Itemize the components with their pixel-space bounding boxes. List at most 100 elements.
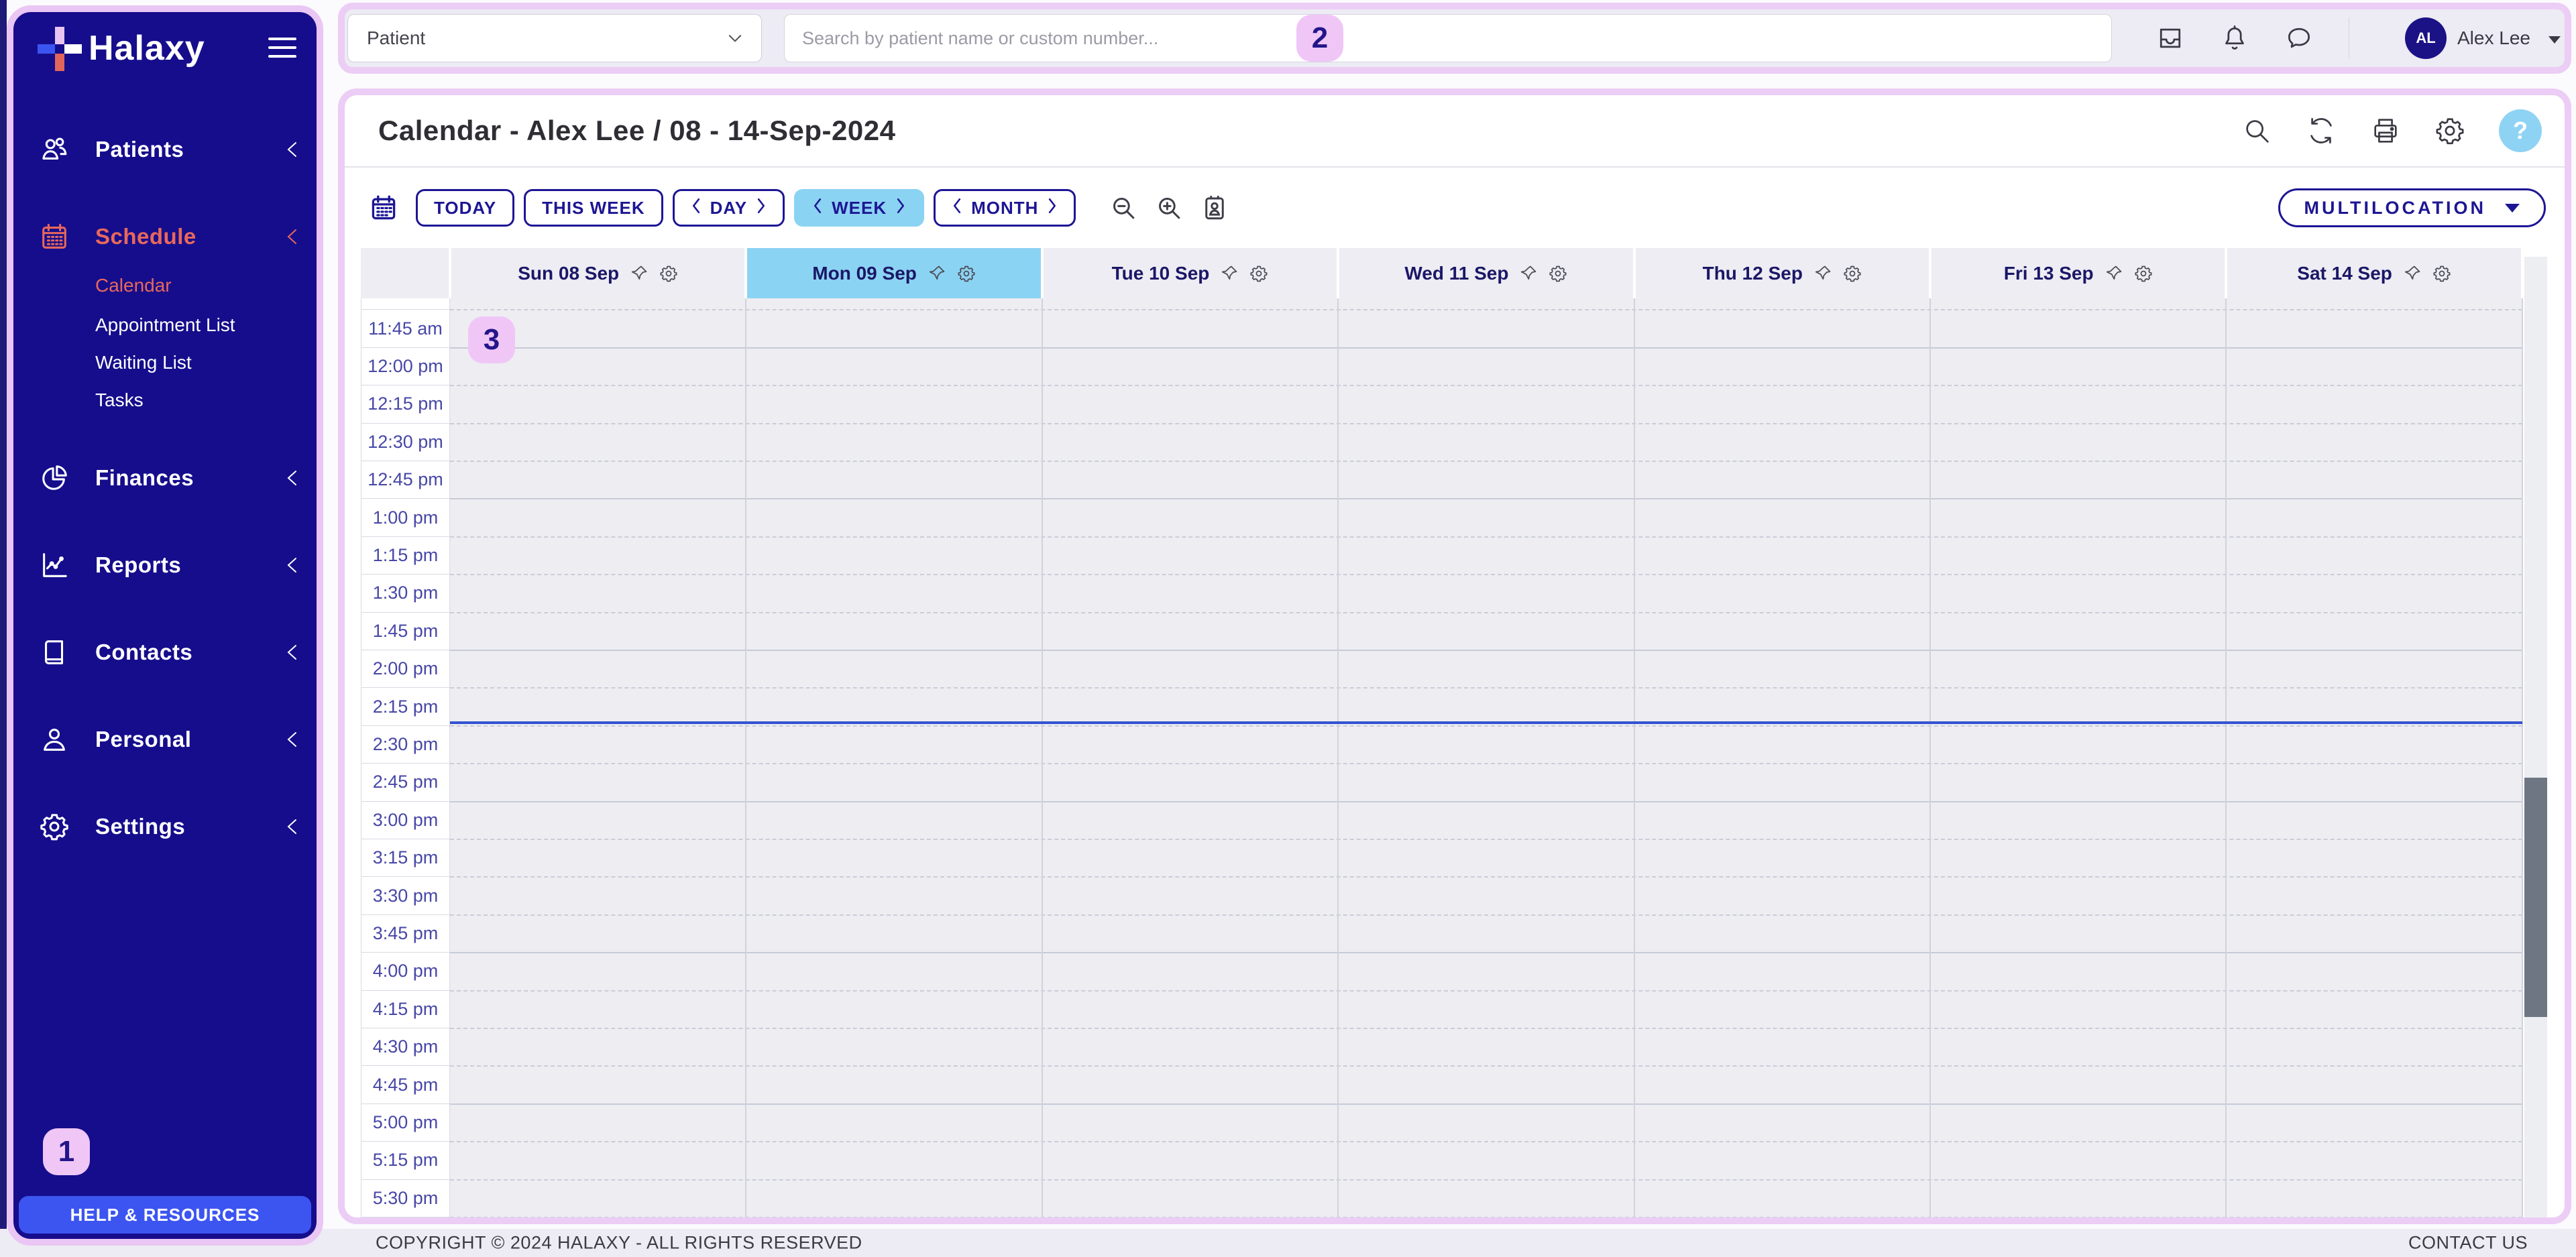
chevron-left-icon[interactable] <box>812 197 822 219</box>
column-settings-icon[interactable] <box>1843 264 1862 283</box>
column-separator <box>745 298 746 1217</box>
sidebar-item-schedule[interactable]: Schedule <box>13 216 317 257</box>
chevron-left-icon[interactable] <box>284 643 299 662</box>
multilocation-label: MULTILOCATION <box>2304 198 2486 219</box>
chevron-left-icon[interactable] <box>284 730 299 749</box>
chevron-left-icon[interactable] <box>952 197 962 219</box>
day-column-tue-10-sep[interactable] <box>1042 298 1338 1217</box>
pin-icon[interactable] <box>1220 264 1239 283</box>
sidebar-item-patients[interactable]: Patients <box>13 129 317 170</box>
day-column-sun-08-sep[interactable] <box>450 298 746 1217</box>
day-column-sat-14-sep[interactable] <box>2226 298 2522 1217</box>
day-column-mon-09-sep[interactable] <box>746 298 1042 1217</box>
refresh-icon[interactable] <box>2306 115 2337 146</box>
day-header-thu-12-sep[interactable]: Thu 12 Sep <box>1636 248 1929 298</box>
pin-icon[interactable] <box>1813 264 1832 283</box>
chevron-left-icon[interactable] <box>691 197 701 219</box>
inbox-icon[interactable] <box>2155 23 2185 53</box>
chevron-down-icon <box>725 28 745 48</box>
calendar-icon[interactable] <box>369 192 398 223</box>
time-label: 2:15 pm <box>361 687 450 725</box>
day-header-tue-10-sep[interactable]: Tue 10 Sep <box>1044 248 1337 298</box>
sidebar-item-personal[interactable]: Personal <box>13 719 317 760</box>
sidebar-item-finances[interactable]: Finances <box>13 457 317 499</box>
day-label: DAY <box>710 198 748 219</box>
help-resources-button[interactable]: HELP & RESOURCES <box>19 1196 311 1234</box>
column-settings-icon[interactable] <box>1249 264 1268 283</box>
logo-text[interactable]: Halaxy <box>89 28 205 68</box>
pin-icon[interactable] <box>630 264 649 283</box>
contact-card-icon[interactable] <box>1200 194 1229 222</box>
pin-icon[interactable] <box>2105 264 2123 283</box>
user-name[interactable]: Alex Lee <box>2457 27 2530 49</box>
column-settings-icon[interactable] <box>2432 264 2451 283</box>
grid-line <box>450 876 2522 878</box>
pin-icon[interactable] <box>928 264 946 283</box>
chevron-left-icon[interactable] <box>284 227 299 246</box>
column-settings-icon[interactable] <box>957 264 976 283</box>
grid-line <box>450 1065 2522 1067</box>
sidebar-item-label: Contacts <box>95 640 192 665</box>
day-header-sun-08-sep[interactable]: Sun 08 Sep <box>451 248 744 298</box>
sidebar-subitem-calendar[interactable]: Calendar <box>13 271 317 300</box>
day-column-fri-13-sep[interactable] <box>1930 298 2226 1217</box>
hamburger-menu-icon[interactable] <box>268 36 296 59</box>
week-view-button[interactable]: WEEK <box>794 189 924 227</box>
schedule-icon <box>39 221 70 252</box>
sidebar-item-reports[interactable]: Reports <box>13 544 317 586</box>
sidebar-subitem-waiting-list[interactable]: Waiting List <box>13 348 317 377</box>
chevron-left-icon[interactable] <box>284 817 299 836</box>
sidebar-item-settings[interactable]: Settings <box>13 806 317 847</box>
user-menu-caret-icon[interactable] <box>2549 36 2561 44</box>
day-header-mon-09-sep[interactable]: Mon 09 Sep <box>747 248 1040 298</box>
sidebar-subitem-appointment-list[interactable]: Appointment List <box>13 310 317 340</box>
gear-icon[interactable] <box>2434 115 2465 146</box>
day-header-label: Wed 11 Sep <box>1404 263 1508 284</box>
chat-icon[interactable] <box>2284 23 2314 53</box>
day-header-wed-11-sep[interactable]: Wed 11 Sep <box>1339 248 1632 298</box>
topbar: Patient AL Alex Lee <box>338 3 2571 74</box>
sidebar: Halaxy Patients Schedule Calendar Appointme… <box>7 5 323 1246</box>
chevron-right-icon[interactable] <box>757 197 767 219</box>
search-icon[interactable] <box>2241 115 2272 146</box>
day-header-sat-14-sep[interactable]: Sat 14 Sep <box>2227 248 2520 298</box>
footer: COPYRIGHT © 2024 HALAXY - ALL RIGHTS RES… <box>0 1229 2576 1257</box>
chevron-left-icon[interactable] <box>284 556 299 575</box>
avatar[interactable]: AL <box>2405 17 2447 59</box>
day-header-label: Tue 10 Sep <box>1112 263 1210 284</box>
chevron-right-icon[interactable] <box>1048 197 1058 219</box>
week-label: WEEK <box>832 198 887 219</box>
today-button[interactable]: TODAY <box>416 189 514 227</box>
contact-us-link[interactable]: CONTACT US <box>2408 1233 2528 1254</box>
this-week-button[interactable]: THIS WEEK <box>524 189 663 227</box>
sidebar-item-contacts[interactable]: Contacts <box>13 632 317 673</box>
multilocation-button[interactable]: MULTILOCATION <box>2278 188 2546 227</box>
day-column-thu-12-sep[interactable] <box>1634 298 1930 1217</box>
month-view-button[interactable]: MONTH <box>934 189 1076 227</box>
patient-search-input[interactable] <box>802 15 2076 62</box>
sidebar-subitem-tasks[interactable]: Tasks <box>13 385 317 415</box>
column-settings-icon[interactable] <box>1549 264 1567 283</box>
chevron-left-icon[interactable] <box>284 469 299 487</box>
day-view-button[interactable]: DAY <box>673 189 785 227</box>
chevron-right-icon[interactable] <box>896 197 906 219</box>
reports-icon <box>39 550 70 581</box>
pin-icon[interactable] <box>1519 264 1538 283</box>
day-header-fri-13-sep[interactable]: Fri 13 Sep <box>1931 248 2225 298</box>
bell-icon[interactable] <box>2220 23 2249 53</box>
chevron-left-icon[interactable] <box>284 140 299 159</box>
scrollbar-thumb[interactable] <box>2524 778 2547 1017</box>
pin-icon[interactable] <box>2403 264 2422 283</box>
grid-line <box>450 1028 2522 1029</box>
column-settings-icon[interactable] <box>2134 264 2153 283</box>
zoom-in-icon[interactable] <box>1155 194 1183 222</box>
day-column-wed-11-sep[interactable] <box>1338 298 1634 1217</box>
zoom-out-icon[interactable] <box>1109 194 1137 222</box>
help-icon[interactable]: ? <box>2499 109 2542 152</box>
column-settings-icon[interactable] <box>659 264 678 283</box>
printer-icon[interactable] <box>2370 115 2401 146</box>
time-label: 1:45 pm <box>361 612 450 650</box>
patient-filter-select[interactable]: Patient <box>347 14 762 62</box>
vertical-scrollbar[interactable] <box>2524 257 2547 1217</box>
grid-line <box>450 650 2522 651</box>
